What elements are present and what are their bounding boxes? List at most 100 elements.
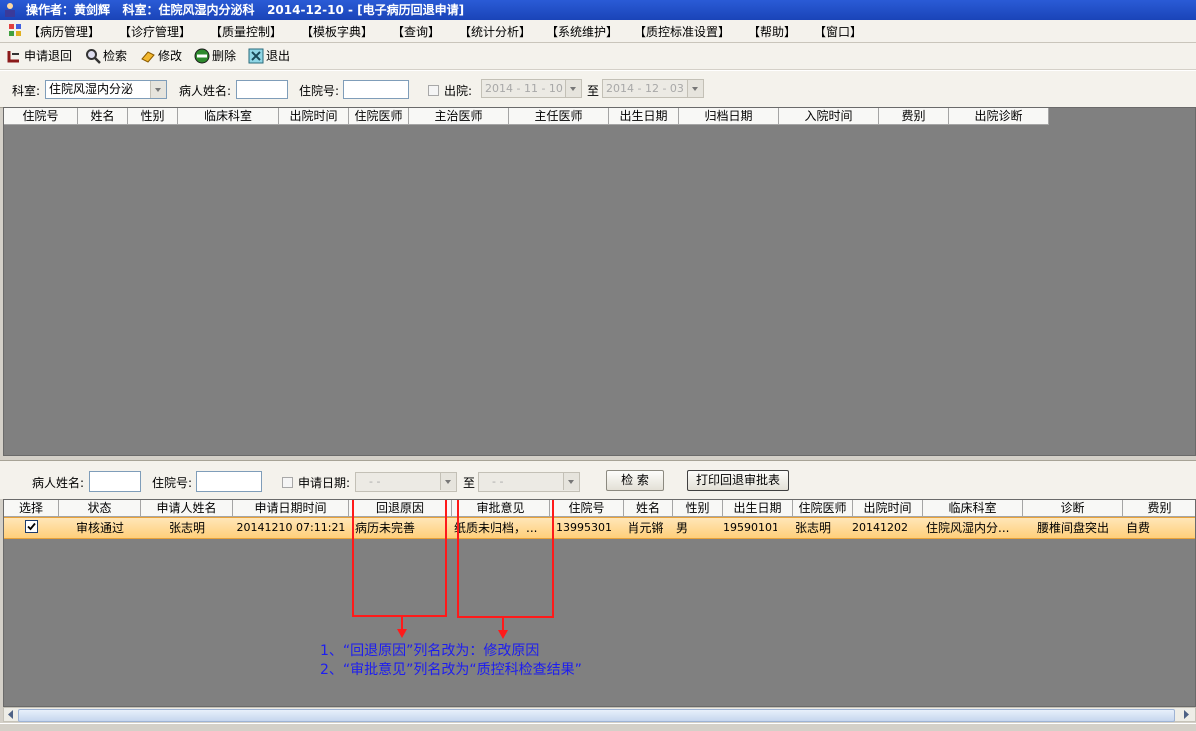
discharge-time-cell: 20141202 (852, 521, 908, 534)
apply-date-from-value: - - (369, 475, 381, 488)
column-header[interactable]: 姓名 (624, 500, 673, 517)
column-header[interactable]: 性别 (673, 500, 723, 517)
window-menu-icon[interactable] (9, 24, 21, 36)
eraser-icon (141, 51, 155, 63)
app-icon (5, 3, 15, 17)
apply-date-to-value: - - (492, 475, 504, 488)
horizontal-scrollbar[interactable] (3, 707, 1196, 722)
search-label: 检索 (103, 49, 128, 63)
column-header[interactable]: 住院医师 (349, 108, 409, 125)
apply-date-to[interactable]: - - (478, 472, 580, 492)
edit-button[interactable]: 修改 (140, 48, 182, 64)
discharge-date-to-value: 2014 - 12 - 03 (606, 82, 684, 95)
patient-name-input[interactable] (89, 471, 141, 492)
column-header[interactable]: 住院号 (550, 500, 624, 517)
checkbox-checked-icon[interactable] (25, 520, 38, 533)
column-header[interactable]: 申请人姓名 (141, 500, 233, 517)
column-header[interactable]: 费别 (1123, 500, 1195, 517)
apply-date-label: 申请日期: (298, 476, 351, 490)
bottom-filter-panel: 病人姓名: 住院号: 申请日期: - - 至 - - 检 索 打印回退审批表 (0, 460, 1196, 499)
chevron-down-icon[interactable] (687, 80, 703, 97)
annotation-note-2: 2、“审批意见”列名改为“质控科检查结果” (320, 662, 582, 678)
apply-return-button[interactable]: 申请退回 (6, 48, 72, 64)
discharge-label: 出院: (444, 84, 473, 98)
exit-icon (248, 48, 264, 64)
menu-template-dictionary[interactable]: 【模板字典】 (301, 23, 373, 40)
patient-name-input[interactable] (236, 80, 288, 99)
column-header[interactable]: 临床科室 (178, 108, 279, 125)
column-header[interactable]: 出生日期 (609, 108, 679, 125)
column-header[interactable]: 住院医师 (793, 500, 853, 517)
discharge-checkbox[interactable] (428, 85, 439, 96)
menu-help[interactable]: 【帮助】 (748, 23, 796, 40)
table-row[interactable]: 审核通过 张志明 20141210 07:11:21 病历未完善 纸质未归档，.… (4, 517, 1195, 539)
column-header[interactable]: 出生日期 (723, 500, 793, 517)
column-header[interactable]: 选择 (4, 500, 59, 517)
return-requests-grid[interactable]: 选择 状态 申请人姓名 申请日期时间 回退原因 审批意见 住院号 姓名 性别 出… (3, 499, 1196, 707)
search-button[interactable]: 检 索 (606, 470, 664, 491)
menu-treatment[interactable]: 【诊疗管理】 (119, 23, 191, 40)
to-label: 至 (587, 84, 600, 98)
clinical-dept-cell: 住院风湿内分... (926, 521, 1010, 535)
menu-quality-control[interactable]: 【质量控制】 (210, 23, 282, 40)
column-header[interactable]: 状态 (59, 500, 141, 517)
column-header[interactable]: 诊断 (1023, 500, 1123, 517)
chevron-down-icon[interactable] (150, 81, 166, 98)
column-header[interactable]: 出院时间 (279, 108, 349, 125)
column-header[interactable]: 归档日期 (679, 108, 779, 125)
chevron-down-icon[interactable] (440, 473, 456, 490)
admission-no-input[interactable] (196, 471, 262, 492)
status-cell: 审核通过 (75, 521, 124, 535)
menu-bar: 【病历管理】 【诊疗管理】 【质量控制】 【模板字典】 【查询】 【统计分析】 … (0, 20, 1196, 43)
column-header[interactable]: 出院诊断 (949, 108, 1049, 125)
gender-cell: 男 (675, 521, 688, 535)
column-header[interactable]: 姓名 (78, 108, 128, 125)
title-bar: 操作者：黄剑辉 科室：住院风湿内分泌科 2014-12-10 - [电子病历回退… (0, 0, 1196, 20)
fee-type-cell: 自费 (1125, 521, 1150, 535)
menu-query[interactable]: 【查询】 (392, 23, 440, 40)
delete-button[interactable]: 删除 (194, 48, 236, 64)
discharge-date-to[interactable]: 2014 - 12 - 03 (602, 79, 704, 98)
menu-statistics[interactable]: 【统计分析】 (459, 23, 531, 40)
apply-date-from[interactable]: - - (355, 472, 457, 492)
apply-date-checkbox[interactable] (282, 477, 293, 488)
chevron-down-icon[interactable] (563, 473, 579, 490)
column-header[interactable]: 主治医师 (409, 108, 509, 125)
select-cell[interactable] (4, 518, 59, 538)
menu-window[interactable]: 【窗口】 (814, 23, 862, 40)
print-return-form-button[interactable]: 打印回退审批表 (687, 470, 789, 491)
column-header[interactable]: 住院号 (4, 108, 78, 125)
exit-button[interactable]: 退出 (248, 48, 290, 64)
delete-icon (194, 48, 210, 64)
window-title: 操作者：黄剑辉 科室：住院风湿内分泌科 2014-12-10 - [电子病历回退… (26, 3, 465, 17)
column-header[interactable]: 主任医师 (509, 108, 609, 125)
column-header[interactable]: 入院时间 (779, 108, 879, 125)
dept-select[interactable]: 住院风湿内分泌 (45, 80, 167, 99)
patient-name-label: 病人姓名: (179, 84, 232, 98)
exit-label: 退出 (266, 49, 291, 63)
menu-medical-records[interactable]: 【病历管理】 (28, 23, 100, 40)
scroll-right-icon[interactable] (1182, 710, 1190, 719)
admission-no-cell: 13995301 (556, 521, 612, 534)
chevron-down-icon[interactable] (565, 80, 581, 97)
menu-qc-standards[interactable]: 【质控标准设置】 (634, 23, 730, 40)
diagnosis-cell: 腰椎间盘突出 (1036, 521, 1109, 535)
column-header[interactable]: 申请日期时间 (233, 500, 349, 517)
admission-no-input[interactable] (343, 80, 409, 99)
annotation-note-1: 1、“回退原因”列名改为：修改原因 (320, 643, 540, 659)
apply-datetime-cell: 20141210 07:11:21 (236, 521, 346, 534)
column-header[interactable]: 费别 (879, 108, 949, 125)
discharge-date-from[interactable]: 2014 - 11 - 10 (481, 79, 582, 98)
column-header[interactable]: 出院时间 (853, 500, 923, 517)
name-cell: 肖元锵 (627, 521, 664, 535)
discharge-date-from-value: 2014 - 11 - 10 (485, 82, 563, 95)
menu-system-maintenance[interactable]: 【系统维护】 (546, 23, 618, 40)
search-button[interactable]: 检索 (85, 48, 127, 64)
discharged-patients-grid[interactable]: 住院号 姓名 性别 临床科室 出院时间 住院医师 主治医师 主任医师 出生日期 … (3, 107, 1196, 456)
column-header[interactable]: 性别 (128, 108, 178, 125)
birth-date-cell: 19590101 (723, 521, 777, 534)
scroll-left-icon[interactable] (7, 710, 15, 719)
return-reason-highlight-box (352, 500, 447, 617)
scroll-thumb[interactable] (18, 709, 1175, 722)
column-header[interactable]: 临床科室 (923, 500, 1023, 517)
